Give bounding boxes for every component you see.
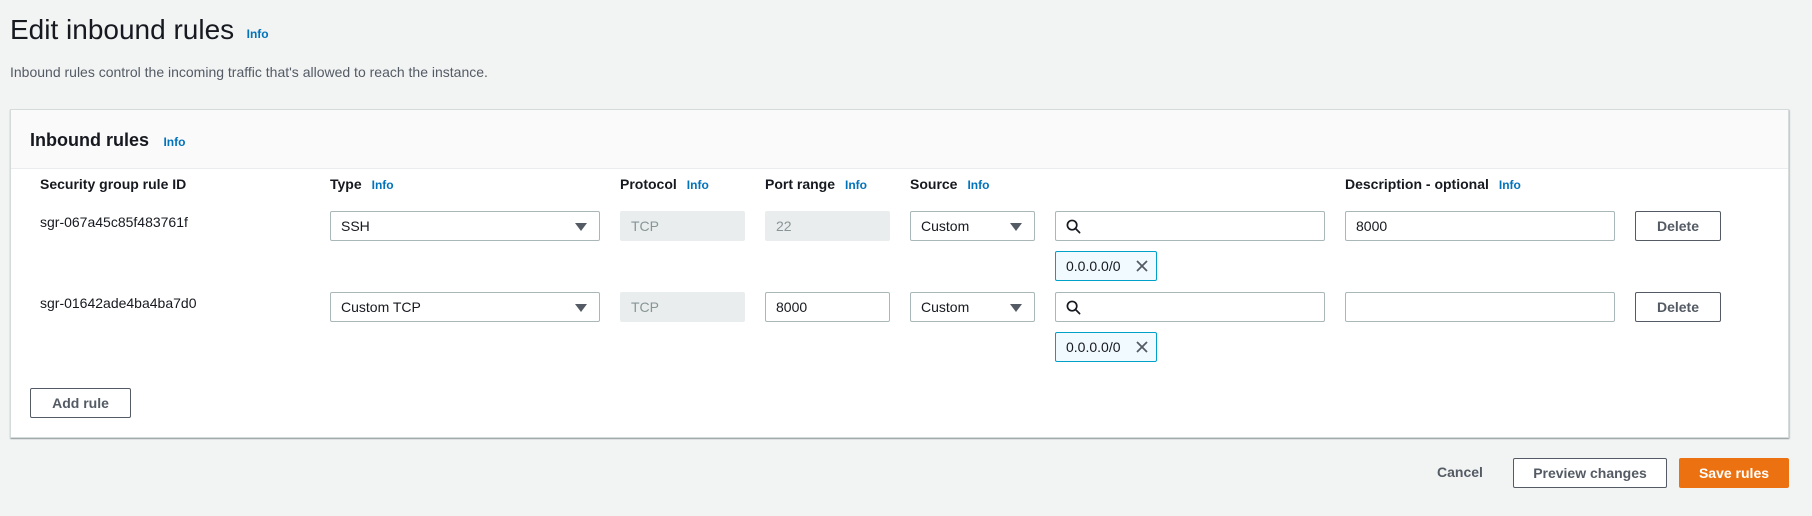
panel-title: Inbound rules (30, 130, 149, 150)
cidr-search-input[interactable] (1055, 211, 1325, 241)
protocol-value: TCP (631, 218, 659, 234)
col-header-protocol: Protocol Info (620, 176, 709, 192)
source-select[interactable]: Custom (910, 292, 1035, 322)
save-rules-button[interactable]: Save rules (1679, 458, 1789, 488)
source-select-value: Custom (921, 299, 970, 315)
source-select-value: Custom (921, 218, 970, 234)
description-input[interactable]: 8000 (1345, 211, 1615, 241)
protocol-info-link[interactable]: Info (687, 178, 709, 192)
type-info-link[interactable]: Info (372, 178, 394, 192)
cidr-search-input[interactable] (1055, 292, 1325, 322)
page-title-info-link[interactable]: Info (247, 27, 269, 41)
col-header-label: Port range (765, 176, 836, 192)
inbound-rules-panel: Inbound rules Info Security group rule I… (10, 109, 1789, 438)
page-header: Edit inbound rules Info (10, 14, 269, 46)
panel-header: Inbound rules Info (11, 110, 1788, 169)
cidr-token: 0.0.0.0/0 (1055, 251, 1157, 281)
port-range-value: 8000 (776, 299, 808, 315)
port-range-field: 22 (765, 211, 890, 241)
type-select-value: SSH (341, 218, 370, 234)
caret-down-icon (575, 223, 587, 231)
port-range-input[interactable]: 8000 (765, 292, 890, 322)
rule-id: sgr-067a45c85f483761f (40, 214, 188, 230)
rule-id: sgr-01642ade4ba4ba7d0 (40, 295, 197, 311)
source-info-link[interactable]: Info (967, 178, 989, 192)
search-icon (1066, 219, 1081, 234)
delete-rule-button[interactable]: Delete (1635, 292, 1721, 322)
description-info-link[interactable]: Info (1499, 178, 1521, 192)
protocol-value: TCP (631, 299, 659, 315)
source-select[interactable]: Custom (910, 211, 1035, 241)
type-select[interactable]: Custom TCP (330, 292, 600, 322)
type-select-value: Custom TCP (341, 299, 421, 315)
close-icon[interactable] (1135, 340, 1149, 354)
description-value: 8000 (1356, 218, 1388, 234)
delete-rule-button[interactable]: Delete (1635, 211, 1721, 241)
description-input[interactable] (1345, 292, 1615, 322)
add-rule-button[interactable]: Add rule (30, 388, 131, 418)
col-header-label: Type (330, 176, 362, 192)
search-icon (1066, 300, 1081, 315)
port-range-info-link[interactable]: Info (845, 178, 867, 192)
cidr-token-label: 0.0.0.0/0 (1066, 258, 1121, 274)
page-title: Edit inbound rules (10, 14, 235, 45)
caret-down-icon (1010, 223, 1022, 231)
col-header-description: Description - optional Info (1345, 176, 1521, 192)
cancel-button[interactable]: Cancel (1423, 458, 1497, 488)
col-header-label: Source (910, 176, 958, 192)
col-header-rule-id: Security group rule ID (40, 176, 186, 192)
caret-down-icon (1010, 304, 1022, 312)
col-header-label: Security group rule ID (40, 176, 187, 192)
col-header-type: Type Info (330, 176, 394, 192)
preview-changes-button[interactable]: Preview changes (1513, 458, 1667, 488)
col-header-source: Source Info (910, 176, 989, 192)
page-description: Inbound rules control the incoming traff… (10, 64, 488, 80)
col-header-label: Protocol (620, 176, 677, 192)
caret-down-icon (575, 304, 587, 312)
port-range-value: 22 (776, 218, 792, 234)
panel-info-link[interactable]: Info (163, 135, 185, 149)
cidr-token-label: 0.0.0.0/0 (1066, 339, 1121, 355)
protocol-field: TCP (620, 292, 745, 322)
close-icon[interactable] (1135, 259, 1149, 273)
col-header-label: Description - optional (1345, 176, 1489, 192)
col-header-port-range: Port range Info (765, 176, 867, 192)
type-select[interactable]: SSH (330, 211, 600, 241)
protocol-field: TCP (620, 211, 745, 241)
page: Edit inbound rules Info Inbound rules co… (0, 0, 1812, 516)
cidr-token: 0.0.0.0/0 (1055, 332, 1157, 362)
